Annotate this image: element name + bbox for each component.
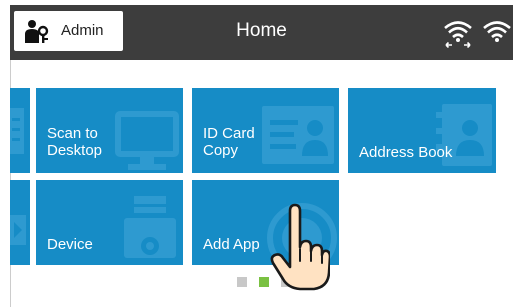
tile-address-book[interactable]: Address Book [348, 88, 496, 173]
tile-label: ID Card Copy [203, 125, 255, 159]
id-card-icon [262, 106, 334, 164]
tile-label: Address Book [359, 144, 453, 161]
partial-tile-left-top[interactable] [10, 88, 30, 173]
tile-id-card-copy[interactable]: ID Card Copy [192, 88, 339, 173]
document-icon [10, 108, 24, 154]
arrow-icon [10, 215, 26, 245]
partial-tile-left-bottom[interactable] [10, 180, 30, 265]
page-title: Home [236, 20, 287, 41]
tap-hand-icon [270, 203, 330, 291]
tile-label: Device [47, 236, 93, 253]
wifi-icon[interactable] [481, 18, 513, 48]
tile-label: Add App [203, 236, 260, 253]
tile-device[interactable]: Device [36, 180, 183, 265]
wifi-direct-icon[interactable] [442, 18, 474, 48]
home-screen: Admin Home Scan to Desktop ID Card Copy … [0, 0, 513, 307]
contact-book-icon [436, 104, 492, 166]
tile-scan-to-desktop[interactable]: Scan to Desktop [36, 88, 183, 173]
header-bar: Admin Home [10, 5, 513, 60]
tile-label: Scan to Desktop [47, 125, 103, 159]
page-dot-1[interactable] [237, 277, 247, 287]
monitor-icon [115, 111, 179, 170]
printer-gear-icon [124, 196, 176, 258]
